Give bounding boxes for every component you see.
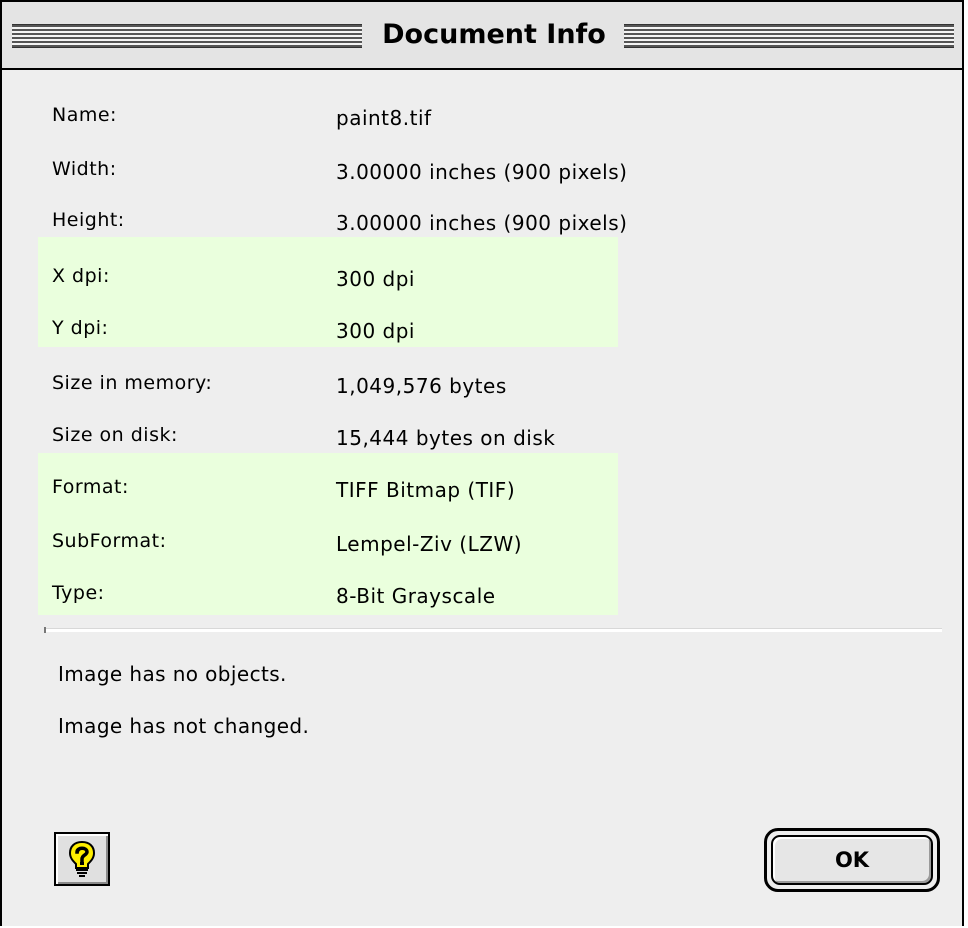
window-title: Document Info: [382, 19, 606, 50]
title-bar-stripes-right: [624, 24, 954, 48]
info-row-width: Width: 3.00000 inches (900 pixels): [2, 152, 902, 192]
lightbulb-question-icon: [68, 840, 96, 878]
info-value: 3.00000 inches (900 pixels): [336, 211, 628, 235]
info-value: TIFF Bitmap (TIF): [336, 478, 516, 502]
info-row-size-disk: Size on disk: 15,444 bytes on disk: [2, 418, 902, 458]
info-value: 15,444 bytes on disk: [336, 426, 556, 450]
help-button[interactable]: [54, 832, 110, 886]
info-value: 1,049,576 bytes: [336, 374, 507, 398]
info-value: 3.00000 inches (900 pixels): [336, 160, 628, 184]
info-row-x-dpi: X dpi: 300 dpi: [2, 259, 902, 299]
ok-button-outline[interactable]: OK: [764, 828, 940, 892]
info-row-size-memory: Size in memory: 1,049,576 bytes: [2, 366, 902, 406]
info-row-height: Height: 3.00000 inches (900 pixels): [2, 203, 902, 243]
info-label: Type:: [52, 582, 105, 604]
document-info-dialog: Document Info Name: paint8.tif Width: 3.…: [0, 0, 964, 926]
info-label: X dpi:: [52, 265, 110, 287]
objects-status: Image has no objects.: [58, 662, 287, 686]
info-label: Name:: [52, 104, 117, 126]
info-label: Size in memory:: [52, 372, 213, 394]
title-bar-stripes-left: [12, 24, 362, 48]
ok-button[interactable]: OK: [771, 835, 933, 885]
info-row-name: Name: paint8.tif: [2, 98, 902, 138]
info-value: paint8.tif: [336, 106, 432, 130]
info-value: Lempel-Ziv (LZW): [336, 532, 523, 556]
title-bar[interactable]: Document Info: [2, 2, 962, 70]
info-row-format: Format: TIFF Bitmap (TIF): [2, 470, 902, 510]
info-value: 8-Bit Grayscale: [336, 584, 496, 608]
separator: [44, 627, 942, 633]
info-value: 300 dpi: [336, 267, 415, 291]
info-label: SubFormat:: [52, 530, 167, 552]
info-row-subformat: SubFormat: Lempel-Ziv (LZW): [2, 524, 902, 564]
info-value: 300 dpi: [336, 319, 415, 343]
info-label: Width:: [52, 158, 117, 180]
info-label: Height:: [52, 209, 125, 231]
info-row-y-dpi: Y dpi: 300 dpi: [2, 311, 902, 351]
info-label: Format:: [52, 476, 129, 498]
info-row-type: Type: 8-Bit Grayscale: [2, 576, 902, 616]
info-label: Y dpi:: [52, 317, 109, 339]
info-label: Size on disk:: [52, 424, 178, 446]
changed-status: Image has not changed.: [58, 714, 310, 738]
